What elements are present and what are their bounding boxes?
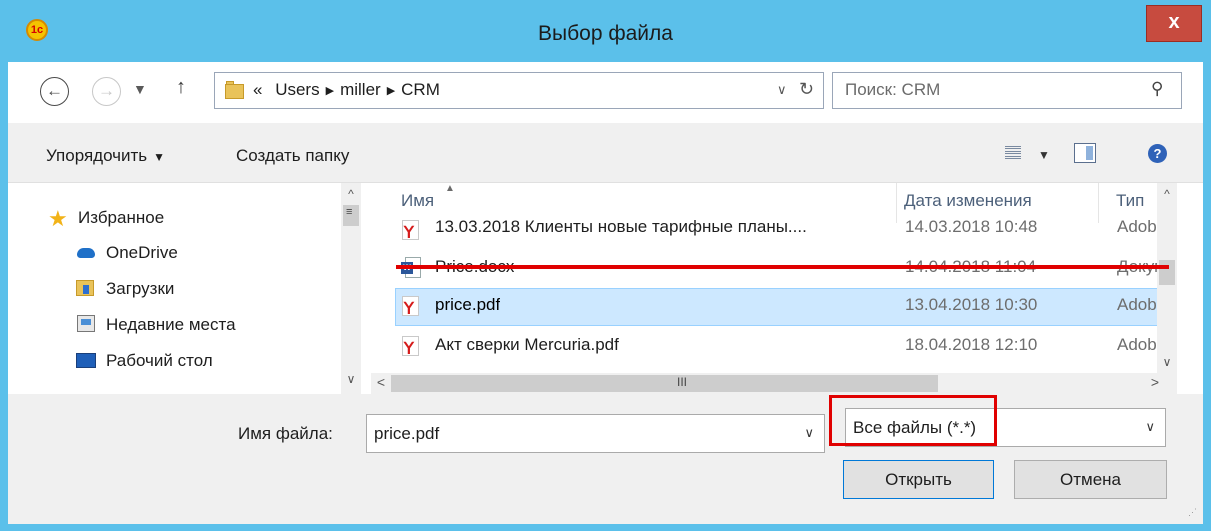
file-row[interactable]: Акт сверки Mercuria.pdf 18.04.2018 12:10…	[371, 329, 1177, 367]
search-box[interactable]: ⚲	[832, 72, 1182, 109]
scroll-up-icon[interactable]: ^	[1157, 185, 1177, 203]
scroll-down-icon[interactable]: ∨	[341, 370, 361, 388]
file-dialog-window: 1с Выбор файла x ← → ▼ ↑ « Users ▶ miller ▶…	[0, 0, 1211, 531]
scroll-left-icon[interactable]: <	[371, 374, 391, 390]
view-options-icon[interactable]	[1005, 145, 1021, 161]
back-button[interactable]: ←	[40, 77, 69, 106]
up-button[interactable]: ↑	[176, 76, 186, 99]
file-name: Акт сверки Mercuria.pdf	[435, 335, 619, 354]
breadcrumb-crm[interactable]: CRM	[401, 80, 440, 99]
scroll-thumb[interactable]	[1159, 260, 1175, 285]
cloud-icon	[76, 243, 98, 261]
column-header-date[interactable]: Дата изменения	[904, 191, 1032, 211]
breadcrumb: « Users ▶ miller ▶ CRM	[253, 80, 440, 100]
file-row[interactable]: Price.docx 14.04.2018 11:04 Докум	[371, 251, 1177, 289]
chevron-down-icon[interactable]: ∨	[804, 425, 814, 441]
scroll-thumb[interactable]: III	[391, 375, 938, 392]
desktop-icon	[76, 351, 98, 369]
chevron-down-icon: ∨	[1145, 419, 1155, 434]
downloads-folder-icon	[76, 279, 98, 297]
breadcrumb-overflow[interactable]: «	[253, 80, 262, 99]
pdf-icon	[401, 220, 421, 241]
help-icon[interactable]: ?	[1148, 144, 1167, 163]
arrow-up-icon: ↑	[176, 76, 186, 98]
pdf-icon	[401, 336, 421, 357]
sidebar-item-label: Избранное	[78, 208, 165, 227]
file-name: 13.03.2018 Клиенты новые тарифные планы.…	[435, 217, 807, 236]
pdf-icon	[401, 296, 421, 317]
scroll-down-icon[interactable]: ∨	[1157, 353, 1177, 371]
sort-ascending-icon: ▲	[445, 183, 455, 194]
forward-button[interactable]: →	[92, 77, 121, 106]
preview-pane-icon[interactable]	[1074, 143, 1096, 163]
file-list: ▲ Имя Дата изменения Тип 13.03.2018 Клие…	[371, 183, 1177, 373]
new-folder-button[interactable]: Создать папку	[236, 146, 349, 166]
highlight-box	[829, 395, 997, 446]
column-header-type[interactable]: Тип	[1116, 191, 1144, 211]
chevron-down-icon: ▼	[133, 81, 147, 97]
scroll-thumb[interactable]: ≡	[343, 205, 359, 226]
breadcrumb-users[interactable]: Users	[275, 80, 319, 99]
filename-label: Имя файла:	[238, 424, 333, 443]
sidebar-item-recent-places[interactable]: Недавние места	[76, 315, 236, 341]
command-toolbar: Упорядочить ▼ Создать папку ▼ ?	[8, 123, 1203, 183]
file-date: 18.04.2018 12:10	[905, 335, 1038, 354]
sidebar-item-label: Загрузки	[106, 279, 175, 298]
close-button[interactable]: x	[1146, 5, 1202, 42]
breadcrumb-separator-icon[interactable]: ▶	[326, 85, 334, 97]
search-icon[interactable]: ⚲	[1151, 79, 1163, 99]
organize-label: Упорядочить	[46, 146, 148, 165]
filename-input[interactable]: price.pdf	[374, 424, 439, 444]
recent-locations-dropdown[interactable]: ▼	[133, 81, 147, 97]
file-row[interactable]: 13.03.2018 Клиенты новые тарифные планы.…	[371, 213, 1177, 251]
sidebar-item-label: OneDrive	[106, 243, 178, 262]
sidebar-item-label: Недавние места	[106, 315, 236, 334]
scroll-right-icon[interactable]: >	[1145, 374, 1165, 390]
window-title: Выбор файла	[538, 22, 673, 45]
dialog-footer: Имя файла: price.pdf ∨ Все файлы (*.*) ∨…	[8, 394, 1203, 524]
breadcrumb-separator-icon[interactable]: ▶	[387, 85, 395, 97]
sidebar-item-downloads[interactable]: Загрузки	[76, 279, 174, 305]
file-row-selected[interactable]: price.pdf 13.04.2018 10:30 Adobe	[395, 288, 1177, 326]
organize-button[interactable]: Упорядочить ▼	[46, 146, 165, 166]
breadcrumb-miller[interactable]: miller	[340, 80, 381, 99]
navigation-pane-scrollbar[interactable]: ^ ≡ ∨	[341, 183, 361, 394]
view-options-dropdown[interactable]: ▼	[1038, 148, 1050, 162]
column-header-name[interactable]: Имя	[401, 191, 434, 211]
sidebar-item-favorites[interactable]: ★ Избранное	[48, 208, 164, 234]
file-name: price.pdf	[435, 295, 501, 314]
highlight-underline	[396, 265, 1169, 269]
sidebar-item-desktop[interactable]: Рабочий стол	[76, 351, 213, 377]
chevron-down-icon: ▼	[153, 150, 166, 164]
filename-combobox[interactable]: price.pdf ∨	[366, 414, 825, 453]
address-history-dropdown[interactable]: ∨	[777, 82, 787, 98]
title-bar[interactable]: 1с Выбор файла x	[0, 0, 1211, 62]
file-list-horizontal-scrollbar[interactable]: < III >	[371, 373, 1177, 394]
cancel-button[interactable]: Отмена	[1014, 460, 1167, 499]
dialog-client-area: ← → ▼ ↑ « Users ▶ miller ▶ CRM ∨ ↻ ⚲ Упорядо…	[8, 62, 1203, 524]
open-button[interactable]: Открыть	[843, 460, 994, 499]
refresh-icon[interactable]: ↻	[799, 79, 814, 100]
navigation-pane: ★ Избранное OneDrive Загрузки Недавние ме…	[8, 183, 363, 394]
file-date: 13.04.2018 10:30	[905, 295, 1038, 314]
navigation-bar: ← → ▼ ↑ « Users ▶ miller ▶ CRM ∨ ↻ ⚲	[8, 62, 1203, 123]
search-input[interactable]	[845, 80, 1125, 100]
scroll-up-icon[interactable]: ^	[341, 185, 361, 203]
star-icon: ★	[48, 206, 68, 231]
file-date: 14.03.2018 10:48	[905, 217, 1038, 236]
sidebar-item-label: Рабочий стол	[106, 351, 213, 370]
recent-places-icon	[76, 315, 98, 333]
file-list-vertical-scrollbar[interactable]: ^ ∨	[1157, 183, 1177, 373]
folder-icon	[225, 81, 244, 99]
arrow-right-icon: →	[98, 81, 115, 100]
resize-grip-icon[interactable]: ⋰	[1188, 507, 1197, 518]
address-bar[interactable]: « Users ▶ miller ▶ CRM ∨ ↻	[214, 72, 824, 109]
arrow-left-icon: ←	[46, 81, 63, 100]
sidebar-item-onedrive[interactable]: OneDrive	[76, 243, 178, 269]
